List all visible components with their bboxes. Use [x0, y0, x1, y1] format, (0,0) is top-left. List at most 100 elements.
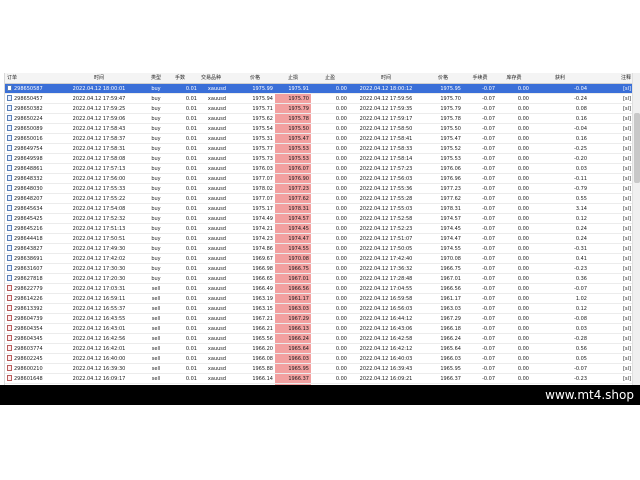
- col-header-stop-loss[interactable]: 止损: [275, 73, 311, 84]
- table-row[interactable]: 298622779 2022.04.12 17:03:31 sell 0.01 xauu…: [5, 283, 633, 294]
- close-time-cell: 2022.04.12 17:58:50: [349, 123, 423, 134]
- table-row[interactable]: 298649598 2022.04.12 17:58:08 buy 0.01 xauus…: [5, 153, 633, 164]
- col-header-open-time[interactable]: 时间: [59, 73, 139, 84]
- table-row[interactable]: 298638691 2022.04.12 17:42:02 buy 0.01 xauus…: [5, 253, 633, 264]
- sell-order-icon: [7, 325, 12, 331]
- table-row[interactable]: 298604739 2022.04.12 16:43:55 sell 0.01 xauu…: [5, 313, 633, 324]
- col-header-comment[interactable]: 注释: [589, 73, 633, 84]
- table-row[interactable]: 298650382 2022.04.12 17:59:25 buy 0.01 xauus…: [5, 103, 633, 114]
- col-header-type[interactable]: 类型: [139, 73, 173, 84]
- col-header-lots[interactable]: 手数: [173, 73, 199, 84]
- table-row[interactable]: 298650089 2022.04.12 17:58:43 buy 0.01 xauus…: [5, 123, 633, 134]
- ticket-number: 298604739: [14, 315, 43, 322]
- comment-cell: [sl]: [589, 83, 633, 94]
- table-row[interactable]: 298648861 2022.04.12 17:57:13 buy 0.01 xauus…: [5, 163, 633, 174]
- commission-cell: -0.07: [463, 103, 497, 114]
- close-price-cell: 1975.78: [423, 113, 463, 124]
- swap-cell: 0.00: [497, 143, 531, 154]
- table-row[interactable]: 298648030 2022.04.12 17:55:33 buy 0.01 xauus…: [5, 183, 633, 194]
- col-header-close-price[interactable]: 价格: [423, 73, 463, 84]
- profit-cell: 0.24: [531, 233, 589, 244]
- col-header-ticket[interactable]: 订单: [5, 73, 59, 84]
- swap-cell: 0.00: [497, 153, 531, 164]
- table-row[interactable]: 298603774 2022.04.12 16:42:01 sell 0.01 xauu…: [5, 343, 633, 354]
- open-price-cell: 1976.03: [235, 163, 275, 174]
- table-row[interactable]: 298602245 2022.04.12 16:40:00 sell 0.01 xauu…: [5, 353, 633, 364]
- take-profit-cell: 0.00: [311, 253, 349, 264]
- watermark-text: www.mt4.shop: [545, 388, 634, 402]
- ticket-cell: 298604354: [5, 323, 59, 334]
- col-header-take-profit[interactable]: 止盈: [311, 73, 349, 84]
- buy-order-icon: [7, 195, 12, 201]
- ticket-number: 298614226: [14, 295, 43, 302]
- open-time-cell: 2022.04.12 17:51:13: [59, 223, 139, 234]
- close-price-cell: 1966.75: [423, 263, 463, 274]
- ticket-cell: 298645634: [5, 203, 59, 214]
- table-row[interactable]: 298643827 2022.04.12 17:49:30 buy 0.01 xauus…: [5, 243, 633, 254]
- close-price-cell: 1975.52: [423, 143, 463, 154]
- scrollbar-thumb[interactable]: [634, 113, 640, 183]
- swap-cell: 0.00: [497, 313, 531, 324]
- type-cell: buy: [139, 193, 173, 204]
- col-header-symbol[interactable]: 交易品种: [199, 73, 235, 84]
- swap-cell: 0.00: [497, 173, 531, 184]
- lots-cell: 0.01: [173, 243, 199, 254]
- table-row[interactable]: 298645216 2022.04.12 17:51:13 buy 0.01 xauus…: [5, 223, 633, 234]
- take-profit-cell: 0.00: [311, 283, 349, 294]
- stop-loss-cell: 1974.55: [275, 243, 311, 254]
- type-cell: sell: [139, 343, 173, 354]
- take-profit-cell: 0.00: [311, 173, 349, 184]
- buy-order-icon: [7, 215, 12, 221]
- symbol-cell: xauusd: [199, 193, 235, 204]
- ticket-cell: 298614226: [5, 293, 59, 304]
- lots-cell: 0.01: [173, 293, 199, 304]
- comment-cell: [sl]: [589, 363, 633, 374]
- table-row[interactable]: 298650016 2022.04.12 17:58:37 buy 0.01 xauus…: [5, 133, 633, 144]
- ticket-cell: 298650224: [5, 113, 59, 124]
- lots-cell: 0.01: [173, 283, 199, 294]
- col-header-open-price[interactable]: 价格: [235, 73, 275, 84]
- table-row[interactable]: 298650457 2022.04.12 17:59:47 buy 0.01 xauus…: [5, 93, 633, 104]
- col-header-close-time[interactable]: 时间: [349, 73, 423, 84]
- close-time-cell: 2022.04.12 18:00:12: [349, 83, 423, 94]
- table-row[interactable]: 298627818 2022.04.12 17:20:30 buy 0.01 xauus…: [5, 273, 633, 284]
- ticket-number: 298613392: [14, 305, 43, 312]
- table-row[interactable]: 298649754 2022.04.12 17:58:31 buy 0.01 xauus…: [5, 143, 633, 154]
- table-row[interactable]: 298604345 2022.04.12 16:42:56 sell 0.01 xauu…: [5, 333, 633, 344]
- table-row[interactable]: 298645634 2022.04.12 17:54:08 buy 0.01 xauus…: [5, 203, 633, 214]
- table-row[interactable]: 298601648 2022.04.12 16:09:17 sell 0.01 xauu…: [5, 373, 633, 384]
- lots-cell: 0.01: [173, 173, 199, 184]
- commission-cell: -0.07: [463, 163, 497, 174]
- profit-cell: 0.36: [531, 273, 589, 284]
- ticket-number: 298645216: [14, 225, 43, 232]
- open-time-cell: 2022.04.12 17:20:30: [59, 273, 139, 284]
- open-price-cell: 1974.23: [235, 233, 275, 244]
- stop-loss-cell: 1967.29: [275, 313, 311, 324]
- table-row[interactable]: 298645425 2022.04.12 17:52:32 buy 0.01 xauus…: [5, 213, 633, 224]
- close-time-cell: 2022.04.12 16:42:58: [349, 333, 423, 344]
- col-header-swap[interactable]: 库存费: [497, 73, 531, 84]
- commission-cell: -0.07: [463, 313, 497, 324]
- col-header-commission[interactable]: 手续费: [463, 73, 497, 84]
- table-row[interactable]: 298650224 2022.04.12 17:59:06 buy 0.01 xauus…: [5, 113, 633, 124]
- commission-cell: -0.07: [463, 193, 497, 204]
- profit-cell: 1.02: [531, 293, 589, 304]
- table-row[interactable]: 298614226 2022.04.12 16:59:11 sell 0.01 xauu…: [5, 293, 633, 304]
- table-row[interactable]: 298613392 2022.04.12 16:55:37 sell 0.01 xauu…: [5, 303, 633, 314]
- table-row[interactable]: 298604354 2022.04.12 16:43:01 sell 0.01 xauu…: [5, 323, 633, 334]
- close-price-cell: 1974.55: [423, 243, 463, 254]
- comment-cell: [sl]: [589, 323, 633, 334]
- lots-cell: 0.01: [173, 203, 199, 214]
- table-row[interactable]: 298631607 2022.04.12 17:30:30 buy 0.01 xauus…: [5, 263, 633, 274]
- table-row[interactable]: 298644418 2022.04.12 17:50:51 buy 0.01 xauus…: [5, 233, 633, 244]
- symbol-cell: xauusd: [199, 363, 235, 374]
- table-row[interactable]: 298650587 2022.04.12 18:00:01 buy 0.01 xauus…: [5, 83, 633, 94]
- table-row[interactable]: 298648332 2022.04.12 17:56:00 buy 0.01 xauus…: [5, 173, 633, 184]
- stop-loss-cell: 1976.07: [275, 163, 311, 174]
- col-header-profit[interactable]: 获利: [531, 73, 589, 84]
- vertical-scrollbar[interactable]: [632, 73, 640, 385]
- table-row[interactable]: 298600210 2022.04.12 16:39:30 sell 0.01 xauu…: [5, 363, 633, 374]
- close-time-cell: 2022.04.12 16:56:03: [349, 303, 423, 314]
- table-row[interactable]: 298648207 2022.04.12 17:55:22 buy 0.01 xauus…: [5, 193, 633, 204]
- commission-cell: -0.07: [463, 153, 497, 164]
